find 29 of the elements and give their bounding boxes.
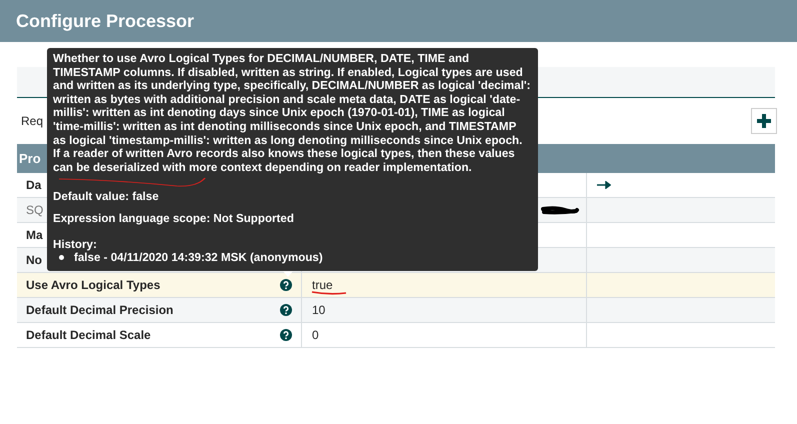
expression-scope-text: Expression language scope: Not Supported: [53, 212, 295, 226]
arrow-right-icon[interactable]: [597, 181, 611, 189]
property-name: Default Decimal Scale: [26, 328, 151, 342]
annotation-underline: [311, 290, 347, 296]
property-value: 10: [312, 303, 326, 317]
default-value-text: Default value: false: [53, 190, 160, 204]
property-name: Default Decimal Precision: [26, 303, 174, 317]
help-icon[interactable]: [280, 329, 292, 341]
help-icon[interactable]: [280, 304, 292, 316]
tooltip-description: Whether to use Avro Logical Types for DECIMAL/NUMBER, DATE, TIME and TIMESTAMP columns. If disabled, written as string. If enabled, Logical types are used and written as its underlying type, specifically, DECIMAL/NUMBER as logical 'decimal': written as bytes with additional precision and scale meta data, DATE as logical 'date-millis': written as int denoting days since Unix epoch (1970-01-01), TIME as logical 'time-millis': written as int denoting milliseconds since Unix epoch, and TIMESTAMP as logical 'timestamp-millis': written as long denoting milliseconds since Unix epoch. If a reader of written Avro records also knows these logical types, then these values can be deserialized with more context depending on reader implementation.: [53, 52, 532, 174]
property-name: No: [26, 253, 42, 267]
bullet-icon: [59, 255, 64, 260]
property-name: SQ: [26, 203, 44, 217]
property-row[interactable]: Default Decimal Scale 0: [17, 323, 775, 348]
required-label: Req: [21, 114, 44, 128]
column-header: Pro: [19, 151, 41, 166]
property-value: true: [312, 278, 333, 292]
property-name: Da: [26, 178, 42, 192]
property-row[interactable]: Default Decimal Precision 10: [17, 298, 775, 323]
history-entry: false - 04/11/2020 14:39:32 MSK (anonymous): [74, 251, 323, 265]
help-icon[interactable]: [280, 279, 292, 291]
plus-icon: [757, 114, 771, 128]
property-value: 0: [312, 328, 319, 342]
history-label: History:: [53, 238, 98, 252]
property-row[interactable]: Use Avro Logical Types true: [17, 273, 775, 298]
add-property-button[interactable]: [751, 108, 777, 134]
window-title: Configure Processor: [16, 10, 194, 32]
property-name: Ma: [26, 228, 43, 242]
property-name: Use Avro Logical Types: [26, 278, 160, 292]
